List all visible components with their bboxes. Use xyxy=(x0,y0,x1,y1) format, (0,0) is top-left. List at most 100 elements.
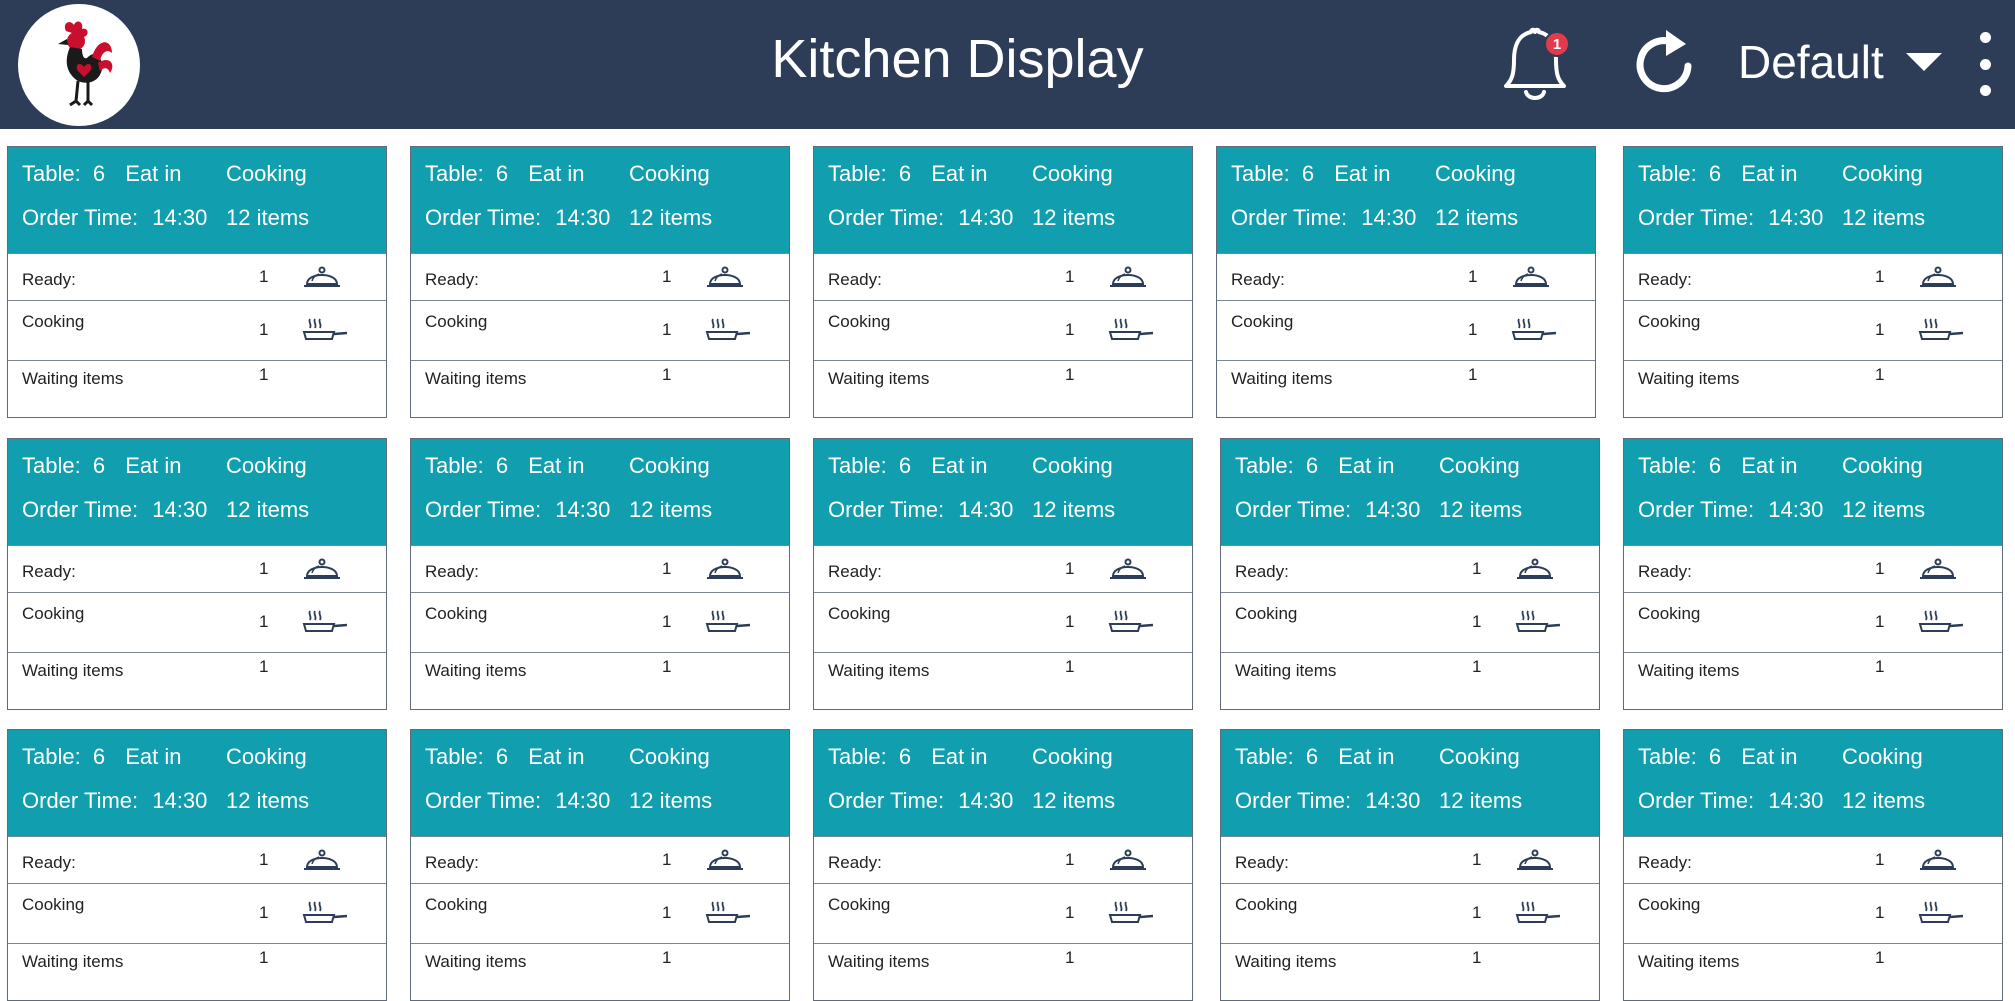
order-time-value: 14:30 xyxy=(555,788,611,813)
ready-label: Ready: xyxy=(425,270,479,289)
order-time-label: Order Time: xyxy=(1235,497,1352,522)
table-number: 6 xyxy=(495,161,509,186)
order-card[interactable]: Table: 6 Eat in Cooking Order Time: 14:3… xyxy=(410,729,790,1001)
cooking-count: 1 xyxy=(662,903,672,922)
table-label: Table: xyxy=(1638,453,1697,478)
view-selector[interactable]: Default xyxy=(1738,30,1942,94)
cooking-row: Cooking 1 xyxy=(814,300,1192,360)
waiting-row: Waiting items 1 xyxy=(814,360,1192,416)
item-count: 12 items xyxy=(1842,788,1926,813)
item-count: 12 items xyxy=(1032,205,1116,230)
cooking-count: 1 xyxy=(662,612,672,631)
waiting-label: Waiting items xyxy=(425,952,527,971)
order-card[interactable]: Table: 6 Eat in Cooking Order Time: 14:3… xyxy=(7,146,387,418)
cooking-count: 1 xyxy=(259,612,269,631)
waiting-label: Waiting items xyxy=(1638,369,1740,388)
waiting-count: 1 xyxy=(259,657,269,676)
order-time-value: 14:30 xyxy=(555,205,611,230)
frying-pan-icon xyxy=(1108,901,1154,923)
order-time-label: Order Time: xyxy=(425,788,542,813)
waiting-count: 1 xyxy=(1065,657,1075,676)
frying-pan-icon xyxy=(1918,318,1964,340)
table-number: 6 xyxy=(1305,744,1319,769)
order-card-header: Table: 6 Eat in Cooking Order Time: 14:3… xyxy=(411,147,789,253)
cooking-row: Cooking 1 xyxy=(1624,592,2002,652)
service-type: Eat in xyxy=(1741,161,1798,186)
cooking-label: Cooking xyxy=(22,312,85,331)
cooking-row: Cooking 1 xyxy=(411,883,789,943)
order-time-value: 14:30 xyxy=(152,497,208,522)
waiting-row: Waiting items 1 xyxy=(1221,652,1599,708)
order-status: Cooking xyxy=(1842,744,1923,769)
table-number: 6 xyxy=(92,161,106,186)
ready-label: Ready: xyxy=(828,853,882,872)
order-card[interactable]: Table: 6 Eat in Cooking Order Time: 14:3… xyxy=(7,729,387,1001)
cooking-row: Cooking 1 xyxy=(411,300,789,360)
order-card[interactable]: Table: 6 Eat in Cooking Order Time: 14:3… xyxy=(410,146,790,418)
order-card[interactable]: Table: 6 Eat in Cooking Order Time: 14:3… xyxy=(1220,729,1600,1001)
item-count: 12 items xyxy=(226,205,310,230)
waiting-label: Waiting items xyxy=(425,369,527,388)
ready-count: 1 xyxy=(1875,559,1885,578)
order-card[interactable]: Table: 6 Eat in Cooking Order Time: 14:3… xyxy=(813,146,1193,418)
waiting-count: 1 xyxy=(1472,948,1482,967)
order-card[interactable]: Table: 6 Eat in Cooking Order Time: 14:3… xyxy=(1623,729,2003,1001)
order-card[interactable]: Table: 6 Eat in Cooking Order Time: 14:3… xyxy=(410,438,790,710)
cooking-count: 1 xyxy=(1472,612,1482,631)
table-label: Table: xyxy=(1231,161,1290,186)
cooking-label: Cooking xyxy=(425,895,488,914)
cooking-count: 1 xyxy=(1875,320,1885,339)
order-card[interactable]: Table: 6 Eat in Cooking Order Time: 14:3… xyxy=(813,438,1193,710)
waiting-count: 1 xyxy=(1875,657,1885,676)
cooking-row: Cooking 1 xyxy=(814,883,1192,943)
order-time-label: Order Time: xyxy=(828,497,945,522)
more-menu-button[interactable] xyxy=(1975,32,1995,96)
order-card-header: Table: 6 Eat in Cooking Order Time: 14:3… xyxy=(8,147,386,253)
order-card-header: Table: 6 Eat in Cooking Order Time: 14:3… xyxy=(1221,439,1599,545)
order-time: Order Time: 14:30 xyxy=(828,788,1013,814)
cooking-count: 1 xyxy=(1065,903,1075,922)
table-number: 6 xyxy=(495,744,509,769)
waiting-label: Waiting items xyxy=(1638,952,1740,971)
ready-row: Ready: 1 xyxy=(1221,545,1599,592)
refresh-button[interactable] xyxy=(1628,24,1704,104)
order-card[interactable]: Table: 6 Eat in Cooking Order Time: 14:3… xyxy=(7,438,387,710)
notifications-button[interactable]: 1 xyxy=(1500,26,1580,106)
frying-pan-icon xyxy=(302,610,348,632)
order-card[interactable]: Table: 6 Eat in Cooking Order Time: 14:3… xyxy=(813,729,1193,1001)
table-info: Table: 6 Eat in xyxy=(22,161,181,187)
item-count: 12 items xyxy=(1842,205,1926,230)
table-label: Table: xyxy=(828,161,887,186)
waiting-row: Waiting items 1 xyxy=(814,652,1192,708)
waiting-label: Waiting items xyxy=(828,661,930,680)
cooking-count: 1 xyxy=(1065,320,1075,339)
table-number: 6 xyxy=(1708,453,1722,478)
order-card-header: Table: 6 Eat in Cooking Order Time: 14:3… xyxy=(814,730,1192,836)
order-status: Cooking xyxy=(1439,744,1520,769)
ready-label: Ready: xyxy=(1235,562,1289,581)
order-time-label: Order Time: xyxy=(828,788,945,813)
table-label: Table: xyxy=(22,744,81,769)
cloche-icon xyxy=(304,849,340,870)
service-type: Eat in xyxy=(125,161,182,186)
frying-pan-icon xyxy=(302,318,348,340)
table-number: 6 xyxy=(1301,161,1315,186)
service-type: Eat in xyxy=(125,453,182,478)
table-number: 6 xyxy=(495,453,509,478)
ready-count: 1 xyxy=(1065,559,1075,578)
order-time-label: Order Time: xyxy=(22,788,139,813)
table-info: Table: 6 Eat in xyxy=(22,744,181,770)
item-count: 12 items xyxy=(1032,497,1116,522)
order-card[interactable]: Table: 6 Eat in Cooking Order Time: 14:3… xyxy=(1220,438,1600,710)
cooking-count: 1 xyxy=(1875,612,1885,631)
cloche-icon xyxy=(304,266,340,287)
ready-count: 1 xyxy=(1065,850,1075,869)
order-card[interactable]: Table: 6 Eat in Cooking Order Time: 14:3… xyxy=(1216,146,1596,418)
waiting-row: Waiting items 1 xyxy=(1624,943,2002,999)
table-number: 6 xyxy=(1708,161,1722,186)
order-card[interactable]: Table: 6 Eat in Cooking Order Time: 14:3… xyxy=(1623,146,2003,418)
ready-count: 1 xyxy=(259,850,269,869)
order-card[interactable]: Table: 6 Eat in Cooking Order Time: 14:3… xyxy=(1623,438,2003,710)
table-label: Table: xyxy=(1235,744,1294,769)
cloche-icon xyxy=(1513,266,1549,287)
